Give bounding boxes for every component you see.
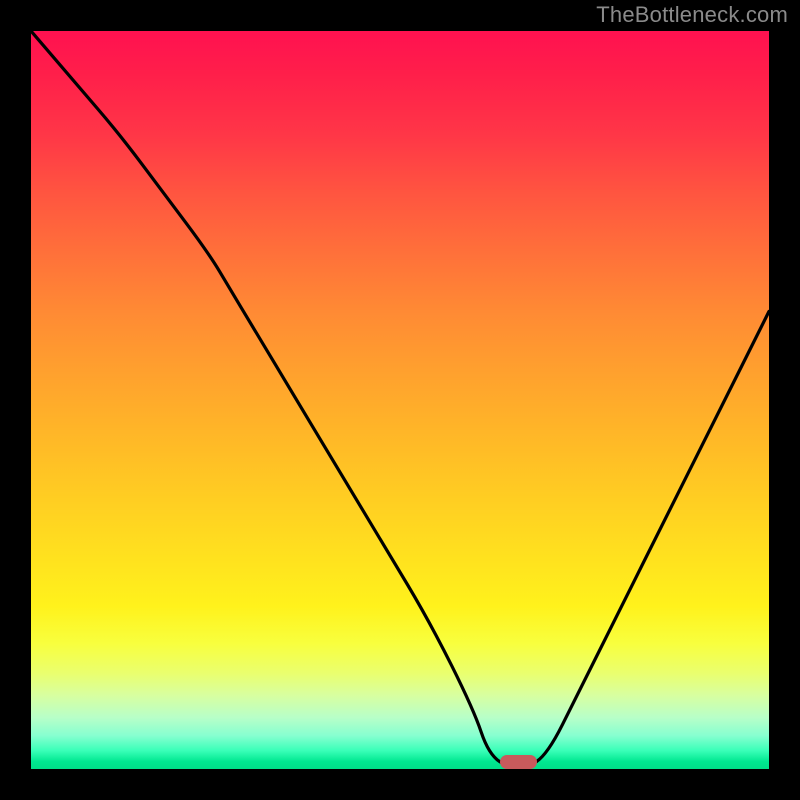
chart-container: TheBottleneck.com [0,0,800,800]
plot-area [31,31,769,769]
optimal-marker [500,755,537,769]
watermark-text: TheBottleneck.com [596,2,788,28]
curve-path [31,31,769,769]
bottleneck-curve [31,31,769,769]
